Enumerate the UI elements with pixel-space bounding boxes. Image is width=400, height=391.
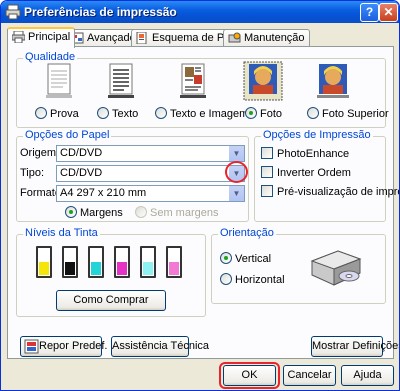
cancelar-button[interactable]: Cancelar — [283, 365, 336, 386]
ink-cartridge — [36, 246, 52, 278]
margens-radio[interactable]: Margens — [65, 206, 123, 219]
quality-texto-imagem-radio-dot — [155, 107, 167, 119]
ink-level-fill — [169, 262, 179, 275]
paper-options-group: Opções do Papel Origem: CD/DVD ▼ Tipo: C… — [16, 129, 249, 222]
tab-principal[interactable]: Principal — [7, 27, 76, 48]
ink-level-fill — [65, 262, 75, 275]
tab-avancado[interactable]: Avançado — [66, 29, 141, 47]
ink-cartridge — [88, 246, 104, 278]
photo-superior-icon — [317, 64, 349, 98]
margens-radio-dot — [65, 206, 77, 218]
text-document-icon — [108, 63, 134, 98]
repor-predef-button[interactable]: Repor Predef. — [20, 336, 107, 357]
formato-dropdown-arrow[interactable]: ▼ — [228, 186, 244, 201]
ink-cartridge — [62, 246, 78, 278]
photo-enhance-checkbox-box — [261, 147, 273, 159]
print-preferences-dialog: Preferências de impressão ? ✕ Principal … — [0, 0, 400, 391]
printer-tab-icon — [12, 31, 25, 43]
quality-prova-radio[interactable]: Prova — [35, 107, 79, 120]
photo-enhance-checkbox[interactable]: PhotoEnhance — [261, 147, 349, 160]
quality-texto-radio[interactable]: Texto — [97, 107, 138, 120]
printer-cd-icon — [310, 250, 362, 286]
como-comprar-button[interactable]: Como Comprar — [56, 290, 166, 311]
sem-margens-radio-dot — [135, 206, 147, 218]
vertical-radio[interactable]: Vertical — [220, 252, 271, 265]
draft-document-icon — [46, 63, 72, 98]
quality-group: Qualidade Prova Texto Texto e Imagem Fot… — [16, 51, 389, 128]
print-options-group-label: Opções de Impressão — [261, 129, 373, 141]
quality-group-label: Qualidade — [23, 51, 78, 63]
quality-texto-radio-dot — [97, 107, 109, 119]
mostrar-definicoes-button[interactable]: Mostrar Definições — [311, 336, 399, 357]
inverter-ordem-checkbox-box — [261, 166, 273, 178]
ok-button[interactable]: OK — [223, 365, 276, 386]
quality-foto-radio[interactable]: Foto — [245, 107, 282, 120]
horizontal-radio-dot — [220, 273, 232, 285]
ink-levels-group: Níveis da Tinta Como Comprar — [16, 227, 206, 317]
help-title-button[interactable]: ? — [360, 3, 379, 22]
tipo-select[interactable]: CD/DVD ▼ — [56, 165, 245, 182]
tab-manutencao[interactable]: Manutenção — [223, 29, 310, 47]
reset-icon — [24, 339, 39, 354]
photo-icon — [243, 61, 283, 101]
title-bar[interactable]: Preferências de impressão ? ✕ — [1, 1, 399, 23]
ink-cartridge — [140, 246, 156, 278]
print-options-group: Opções de Impressão PhotoEnhance Inverte… — [254, 129, 399, 222]
tab-panel-principal: Qualidade Prova Texto Texto e Imagem Fot… — [7, 46, 399, 359]
quality-foto-superior-radio[interactable]: Foto Superior — [307, 107, 389, 120]
ink-cartridge — [166, 246, 182, 278]
ink-level-fill — [117, 262, 127, 275]
origem-dropdown-arrow[interactable]: ▼ — [228, 146, 244, 161]
horizontal-radio[interactable]: Horizontal — [220, 273, 285, 286]
ink-level-fill — [91, 262, 101, 275]
tipo-label: Tipo: — [20, 167, 45, 179]
tipo-highlight-circle — [225, 161, 248, 183]
origem-select[interactable]: CD/DVD ▼ — [56, 145, 245, 162]
vertical-radio-dot — [220, 252, 232, 264]
assistencia-tecnica-button[interactable]: Assistência Técnica — [111, 336, 209, 357]
quality-foto-superior-radio-dot — [307, 107, 319, 119]
maintenance-tab-icon — [228, 32, 241, 43]
inverter-ordem-checkbox[interactable]: Inverter Ordem — [261, 166, 351, 179]
page-layout-tab-icon — [136, 32, 147, 44]
sem-margens-radio[interactable]: Sem margens — [135, 206, 218, 219]
quality-foto-radio-dot — [245, 107, 257, 119]
pre-visualizacao-checkbox-box — [261, 185, 273, 197]
ink-levels-group-label: Níveis da Tinta — [23, 227, 100, 239]
orientation-group: Orientação Vertical Horizontal — [211, 227, 386, 304]
ink-level-fill — [143, 262, 153, 275]
window-title: Preferências de impressão — [24, 5, 177, 19]
origem-label: Origem: — [20, 147, 60, 159]
paper-options-group-label: Opções do Papel — [23, 129, 112, 141]
orientation-group-label: Orientação — [218, 227, 276, 239]
pre-visualizacao-checkbox[interactable]: Pré-visualização de impressão — [261, 185, 399, 198]
text-image-document-icon — [180, 63, 206, 98]
ink-cartridge — [114, 246, 130, 278]
formato-select[interactable]: A4 297 x 210 mm ▼ — [56, 185, 245, 202]
quality-texto-imagem-radio[interactable]: Texto e Imagem — [155, 107, 248, 120]
ajuda-button[interactable]: Ajuda — [341, 365, 394, 386]
printer-icon — [5, 4, 21, 20]
ink-level-fill — [39, 262, 49, 275]
quality-prova-radio-dot — [35, 107, 47, 119]
close-window-button[interactable]: ✕ — [379, 3, 398, 22]
